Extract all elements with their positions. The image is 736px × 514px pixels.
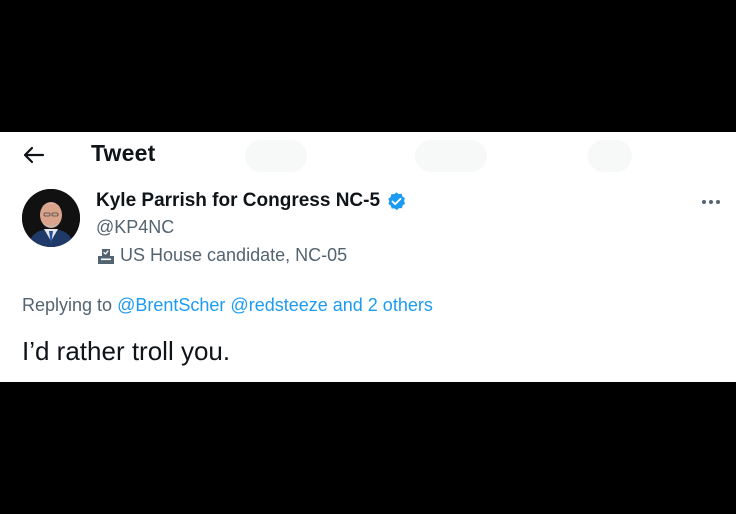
verified-badge-icon	[386, 191, 407, 212]
reply-others-link[interactable]: and 2 others	[333, 295, 433, 315]
tweet-header: Tweet	[0, 132, 736, 178]
back-button[interactable]	[20, 142, 48, 168]
tweet-card: Tweet Kyle Parrish for Congress NC-5 @KP…	[0, 132, 736, 382]
author-name[interactable]: Kyle Parrish for Congress NC-5	[96, 190, 380, 212]
avatar-photo	[22, 189, 80, 247]
more-options-button[interactable]	[699, 194, 723, 210]
reply-context: Replying to @BrentScher @redsteeze and 2…	[22, 295, 433, 316]
reply-user-link[interactable]: @redsteeze	[230, 295, 327, 315]
author-bio: US House candidate, NC-05	[96, 245, 347, 266]
reply-context-prefix: Replying to	[22, 295, 113, 315]
more-horizontal-icon	[702, 200, 720, 204]
reply-user-link[interactable]: @BrentScher	[117, 295, 225, 315]
page-title: Tweet	[91, 140, 156, 166]
avatar[interactable]	[22, 189, 80, 247]
author-name-row[interactable]: Kyle Parrish for Congress NC-5	[96, 190, 407, 212]
tweet-text: I’d rather troll you.	[22, 336, 231, 366]
author-bio-text: US House candidate, NC-05	[120, 245, 348, 265]
author-handle[interactable]: @KP4NC	[96, 217, 174, 238]
arrow-left-icon	[23, 146, 45, 164]
ballot-box-icon	[96, 246, 116, 266]
